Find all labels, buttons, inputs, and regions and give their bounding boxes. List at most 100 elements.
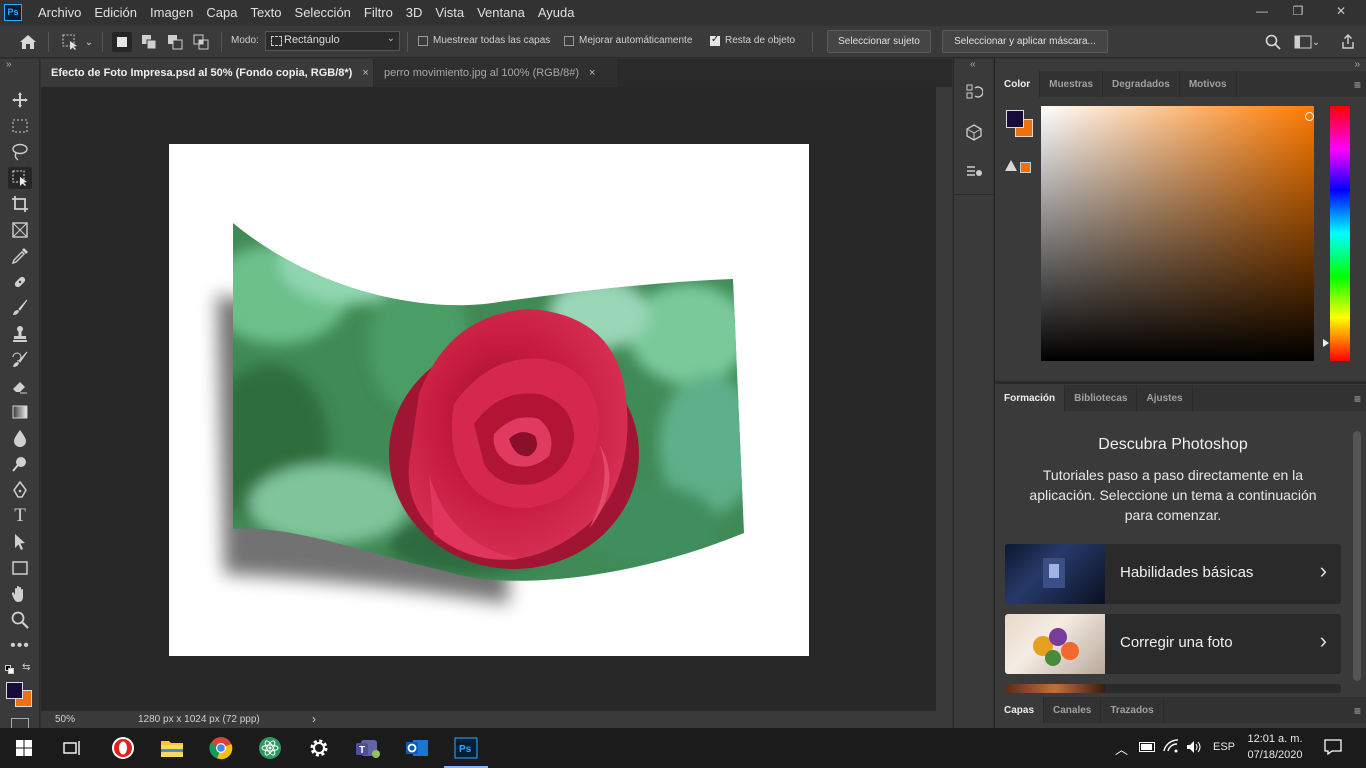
collapse-panels-icon[interactable]: « xyxy=(970,59,976,70)
auto-enhance-checkbox[interactable] xyxy=(564,36,574,46)
gamut-warning-swatch[interactable] xyxy=(1020,162,1031,173)
properties-panel-icon[interactable] xyxy=(962,160,986,184)
outlook-app-icon[interactable] xyxy=(403,734,431,762)
tab-formacion[interactable]: Formación xyxy=(995,385,1066,411)
crop-tool-icon[interactable] xyxy=(8,193,32,215)
settings-gear-icon[interactable] xyxy=(305,734,333,762)
gamut-warning-icon[interactable] xyxy=(1005,160,1017,171)
chevron-down-icon[interactable]: ⌄ xyxy=(1310,32,1322,52)
search-icon[interactable] xyxy=(1263,32,1283,52)
rectangle-tool-icon[interactable] xyxy=(8,557,32,579)
learn-scrollbar[interactable] xyxy=(1351,425,1363,693)
language-indicator[interactable]: ESP xyxy=(1213,741,1235,753)
windows-start-icon[interactable] xyxy=(10,734,38,762)
marquee-tool-icon[interactable] xyxy=(8,115,32,137)
select-and-mask-button[interactable]: Seleccionar y aplicar máscara... xyxy=(942,30,1108,53)
chevron-down-icon[interactable]: ⌄ xyxy=(82,32,96,52)
learn-card-partial[interactable] xyxy=(1005,684,1341,693)
show-hidden-icons-icon[interactable]: ︿ xyxy=(1115,739,1128,758)
close-button[interactable]: ✕ xyxy=(1316,0,1366,22)
restore-button[interactable]: ❐ xyxy=(1280,0,1316,22)
zoom-level[interactable]: 50% xyxy=(55,714,75,725)
vertical-scrollbar[interactable] xyxy=(936,87,952,711)
file-explorer-icon[interactable] xyxy=(158,734,186,762)
collapse-panels-icon[interactable]: » xyxy=(1354,59,1360,70)
hue-slider[interactable] xyxy=(1323,106,1350,361)
brush-tool-icon[interactable] xyxy=(8,297,32,319)
panel-menu-icon[interactable]: ≡ xyxy=(1354,392,1361,406)
task-view-icon[interactable] xyxy=(58,734,86,762)
frame-tool-icon[interactable] xyxy=(8,219,32,241)
new-selection-icon[interactable] xyxy=(112,32,132,52)
wifi-icon[interactable] xyxy=(1163,739,1179,756)
add-selection-icon[interactable] xyxy=(139,32,159,52)
clone-stamp-tool-icon[interactable] xyxy=(8,323,32,345)
panel-menu-icon[interactable]: ≡ xyxy=(1354,704,1361,718)
foreground-color-swatch[interactable] xyxy=(6,682,23,699)
menu-filtro[interactable]: Filtro xyxy=(358,5,400,20)
menu-texto[interactable]: Texto xyxy=(244,5,288,20)
eyedropper-tool-icon[interactable] xyxy=(8,245,32,267)
type-tool-icon[interactable]: T xyxy=(8,505,32,527)
3d-panel-icon[interactable] xyxy=(962,120,986,144)
object-selection-tool-icon[interactable] xyxy=(60,32,80,52)
zoom-tool-icon[interactable] xyxy=(8,609,32,631)
menu-ayuda[interactable]: Ayuda xyxy=(532,5,582,20)
color-picker-handle[interactable] xyxy=(1305,112,1314,121)
battery-icon[interactable] xyxy=(1139,742,1155,752)
tab-muestras[interactable]: Muestras xyxy=(1040,71,1104,97)
object-selection-tool-icon[interactable] xyxy=(8,167,32,189)
history-panel-icon[interactable] xyxy=(962,80,986,104)
hand-tool-icon[interactable] xyxy=(8,583,32,605)
pen-tool-icon[interactable] xyxy=(8,479,32,501)
close-icon[interactable]: × xyxy=(589,67,595,79)
color-field[interactable] xyxy=(1041,106,1314,361)
intersect-selection-icon[interactable] xyxy=(191,32,211,52)
move-tool-icon[interactable] xyxy=(8,89,32,111)
tab-perro-movimiento[interactable]: perro movimiento.jpg al 100% (RGB/8#) × xyxy=(374,59,617,87)
tab-motivos[interactable]: Motivos xyxy=(1180,71,1237,97)
quick-mask-icon[interactable] xyxy=(11,718,29,728)
clock-time[interactable]: 12:01 a. m. xyxy=(1242,733,1308,745)
tab-color[interactable]: Color xyxy=(995,71,1041,97)
tab-capas[interactable]: Capas xyxy=(995,697,1045,723)
sample-all-layers-checkbox[interactable] xyxy=(418,36,428,46)
opera-app-icon[interactable] xyxy=(109,734,137,762)
select-subject-button[interactable]: Seleccionar sujeto xyxy=(827,30,931,53)
share-icon[interactable] xyxy=(1338,32,1358,52)
mode-select[interactable]: Rectángulo ⌄ xyxy=(265,31,400,51)
close-icon[interactable]: × xyxy=(362,67,368,79)
tab-canales[interactable]: Canales xyxy=(1044,697,1102,723)
path-selection-tool-icon[interactable] xyxy=(8,531,32,553)
history-brush-tool-icon[interactable] xyxy=(8,349,32,371)
tab-ajustes[interactable]: Ajustes xyxy=(1137,385,1193,411)
menu-imagen[interactable]: Imagen xyxy=(144,5,200,20)
notifications-icon[interactable] xyxy=(1324,739,1342,758)
tab-degradados[interactable]: Degradados xyxy=(1103,71,1180,97)
swap-colors-icon[interactable]: ⇆ xyxy=(22,662,30,673)
menu-edicion[interactable]: Edición xyxy=(88,5,144,20)
tab-bibliotecas[interactable]: Bibliotecas xyxy=(1065,385,1138,411)
photoshop-app-icon[interactable]: Ps xyxy=(444,734,488,768)
status-menu-arrow-icon[interactable]: › xyxy=(312,712,316,726)
healing-brush-tool-icon[interactable] xyxy=(8,271,32,293)
menu-ventana[interactable]: Ventana xyxy=(471,5,532,20)
menu-archivo[interactable]: Archivo xyxy=(32,5,88,20)
learn-card-fix-photo[interactable]: Corregir una foto › xyxy=(1005,614,1341,674)
home-icon[interactable] xyxy=(18,32,38,52)
minimize-button[interactable]: — xyxy=(1244,0,1280,22)
color-panel-fg-swatch[interactable] xyxy=(1006,110,1024,128)
tab-trazados[interactable]: Trazados xyxy=(1101,697,1164,723)
menu-3d[interactable]: 3D xyxy=(400,5,430,20)
menu-seleccion[interactable]: Selección xyxy=(289,5,358,20)
menu-capa[interactable]: Capa xyxy=(200,5,244,20)
gradient-tool-icon[interactable] xyxy=(8,401,32,423)
subtract-selection-icon[interactable] xyxy=(165,32,185,52)
clock-date[interactable]: 07/18/2020 xyxy=(1242,749,1308,761)
object-subtract-checkbox[interactable] xyxy=(710,34,720,46)
chrome-app-icon[interactable] xyxy=(207,734,235,762)
document-canvas[interactable] xyxy=(169,144,809,656)
hue-slider-handle[interactable] xyxy=(1323,339,1329,347)
lasso-tool-icon[interactable] xyxy=(8,141,32,163)
collapse-toolbar-icon[interactable]: » xyxy=(6,59,12,70)
